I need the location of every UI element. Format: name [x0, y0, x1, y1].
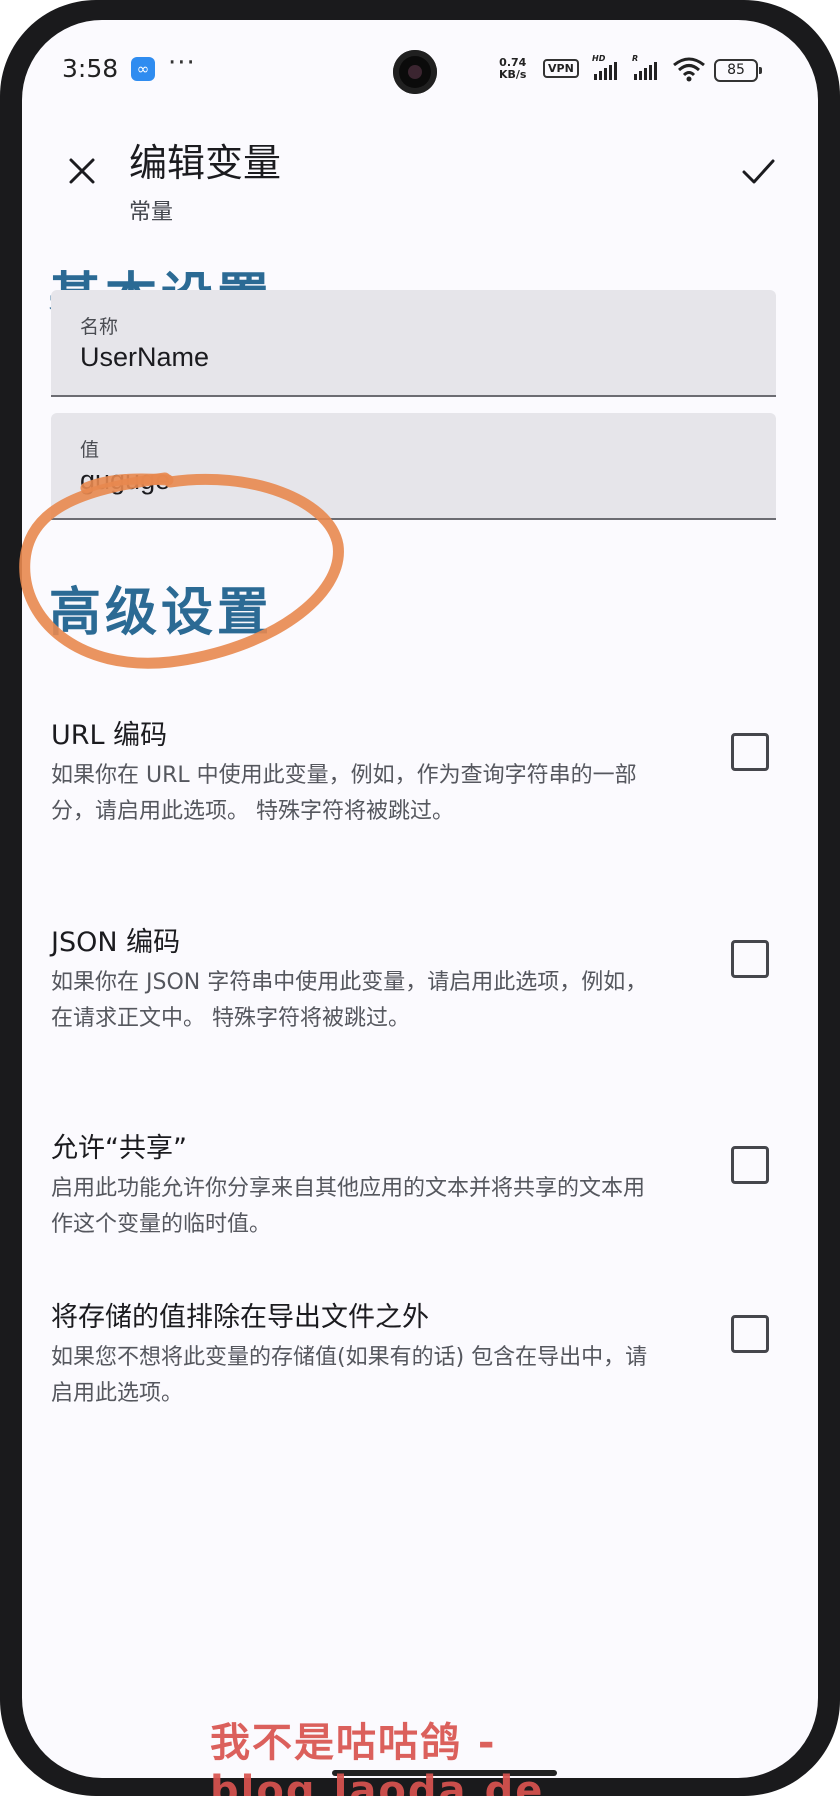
option-exclude-export[interactable]: 将存储的值排除在导出文件之外 如果您不想将此变量的存储值(如果有的话) 包含在导… — [51, 1295, 791, 1412]
signal-hd-label: HD — [592, 54, 606, 63]
option-exclude-export-desc: 如果您不想将此变量的存储值(如果有的话) 包含在导出中，请启用此选项。 — [51, 1345, 648, 1406]
app-screen: 3:58 ∞ ··· 0.74 KB/s VPN HD R 85 编辑变量 常量… — [22, 20, 818, 1778]
phone-frame: 3:58 ∞ ··· 0.74 KB/s VPN HD R 85 编辑变量 常量… — [0, 0, 840, 1796]
option-json-encode-title: JSON 编码 — [51, 927, 181, 958]
option-allow-share[interactable]: 允许“共享” 启用此功能允许你分享来自其他应用的文本并将共享的文本用作这个变量的… — [51, 1126, 791, 1243]
value-field-label: 值 — [80, 439, 100, 461]
page-title: 编辑变量 — [129, 141, 282, 185]
option-exclude-export-title: 将存储的值排除在导出文件之外 — [51, 1302, 429, 1333]
signal-r-label: R — [632, 54, 639, 63]
option-url-encode-desc: 如果你在 URL 中使用此变量，例如，作为查询字符串的一部分，请启用此选项。 特… — [51, 763, 637, 824]
allow-share-checkbox[interactable] — [731, 1146, 769, 1184]
watermark: 我不是咕咕鸽 - blog.laoda.de — [210, 1720, 545, 1796]
vpn-icon: VPN — [543, 59, 579, 78]
signal-r-icon: R — [632, 54, 657, 80]
signal-hd-icon: HD — [592, 54, 617, 80]
close-button[interactable] — [56, 145, 108, 197]
wifi-icon — [673, 57, 705, 82]
url-encode-checkbox[interactable] — [731, 733, 769, 771]
option-allow-share-title: 允许“共享” — [51, 1133, 187, 1164]
name-field-value: UserName — [80, 342, 210, 372]
exclude-export-checkbox[interactable] — [731, 1315, 769, 1353]
confirm-button[interactable] — [732, 145, 784, 197]
option-json-encode[interactable]: JSON 编码 如果你在 JSON 字符串中使用此变量，请启用此选项，例如，在请… — [51, 920, 791, 1037]
network-speed: 0.74 KB/s — [499, 57, 526, 81]
value-field-value: guguge — [80, 465, 171, 495]
option-url-encode-title: URL 编码 — [51, 720, 168, 751]
advanced-settings-heading: 高级设置 — [49, 583, 274, 643]
name-field-label: 名称 — [80, 316, 119, 338]
name-field[interactable]: 名称 UserName — [51, 290, 776, 397]
more-notifications-icon: ··· — [168, 48, 196, 78]
battery-icon: 85 — [714, 59, 762, 82]
network-speed-unit: KB/s — [499, 68, 527, 81]
status-bar: 3:58 ∞ ··· 0.74 KB/s VPN HD R 85 — [22, 20, 818, 120]
option-json-encode-desc: 如果你在 JSON 字符串中使用此变量，请启用此选项，例如，在请求正文中。 特殊… — [51, 970, 648, 1031]
option-url-encode[interactable]: URL 编码 如果你在 URL 中使用此变量，例如，作为查询字符串的一部分，请启… — [51, 713, 791, 830]
front-camera — [393, 50, 437, 94]
json-encode-checkbox[interactable] — [731, 940, 769, 978]
close-icon — [69, 158, 95, 184]
infinity-app-icon: ∞ — [131, 57, 155, 81]
page-subtitle: 常量 — [129, 200, 174, 225]
status-time: 3:58 — [62, 54, 119, 83]
value-field[interactable]: 值 guguge — [51, 413, 776, 520]
option-allow-share-desc: 启用此功能允许你分享来自其他应用的文本并将共享的文本用作这个变量的临时值。 — [51, 1176, 646, 1237]
check-icon — [742, 159, 775, 184]
